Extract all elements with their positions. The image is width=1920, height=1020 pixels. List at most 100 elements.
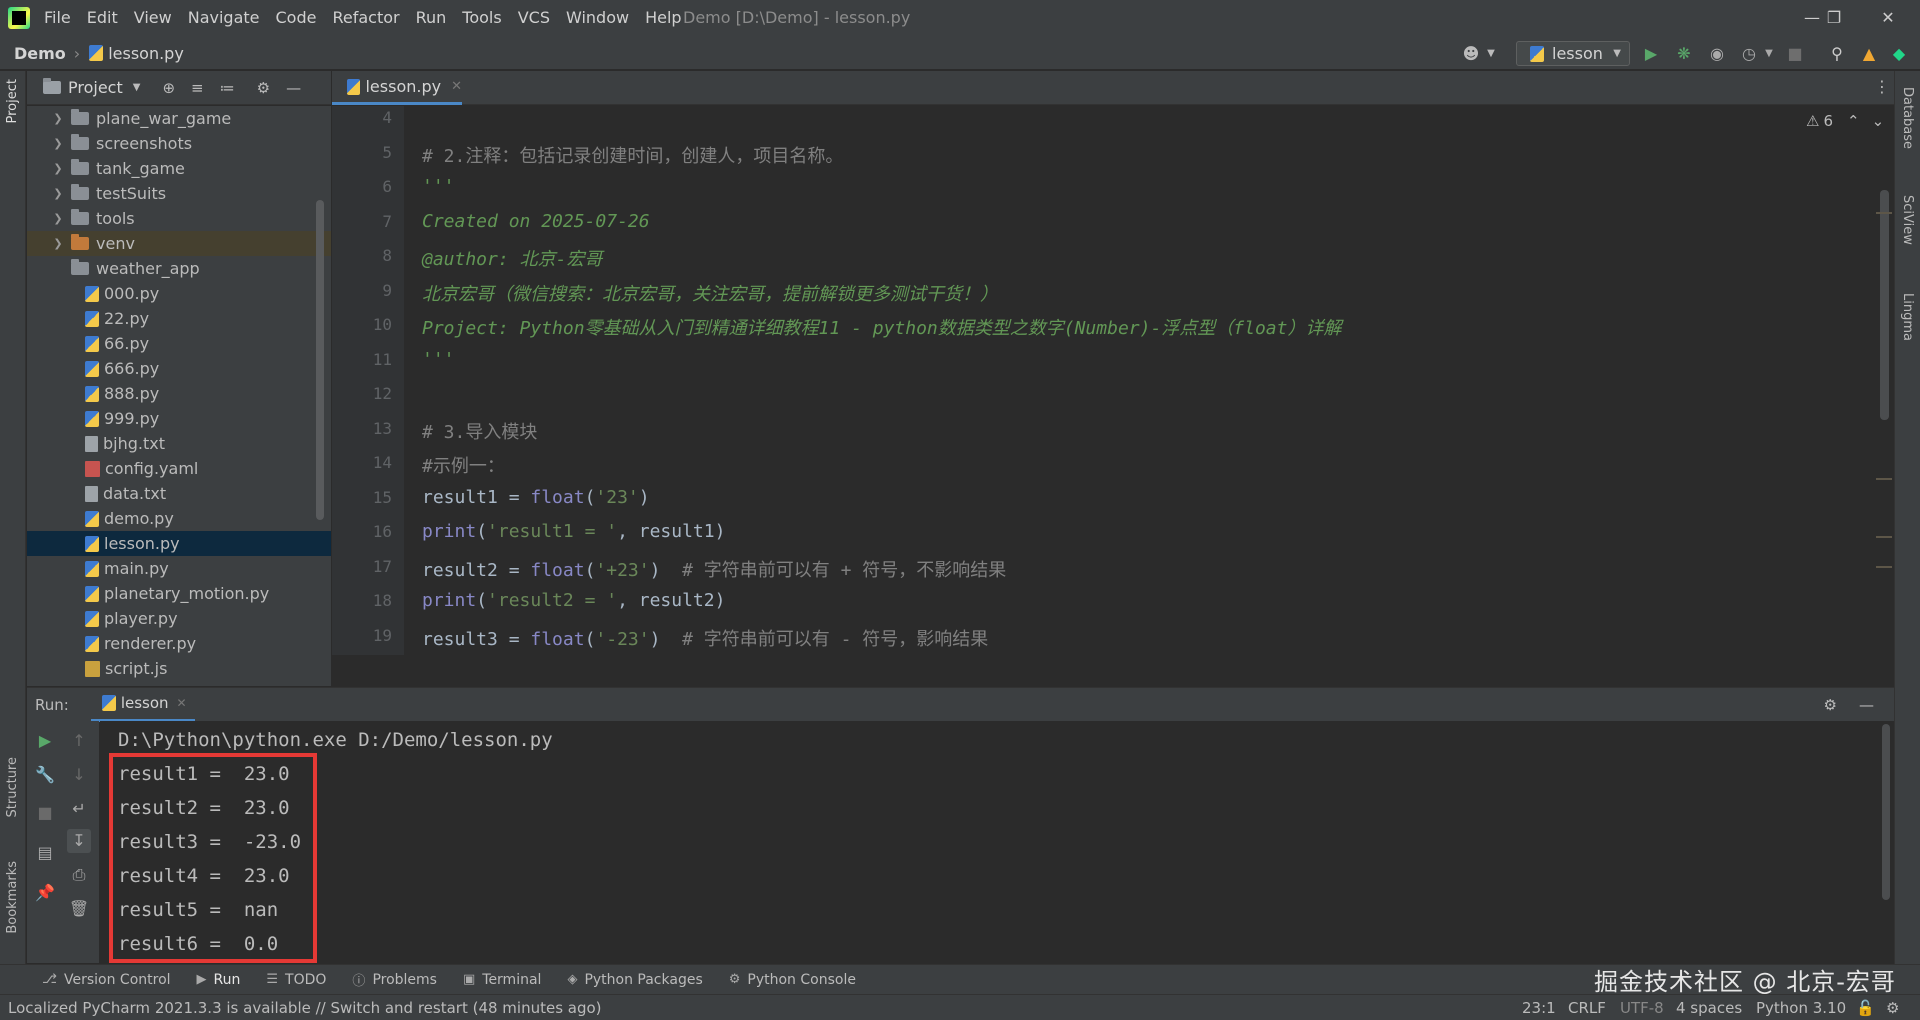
error-stripe-mark[interactable] bbox=[1876, 536, 1892, 538]
collapse-all-icon[interactable]: ≔ bbox=[220, 79, 235, 97]
chevron-right-icon[interactable]: ❯ bbox=[51, 212, 65, 225]
tool-window-python-packages[interactable]: ◈ Python Packages bbox=[567, 972, 702, 988]
project-tool-tab[interactable]: Project bbox=[5, 79, 20, 123]
error-stripe-mark[interactable] bbox=[1876, 478, 1892, 480]
chevron-up-icon[interactable]: ⌃ bbox=[1847, 112, 1860, 130]
tree-item[interactable]: ❯ screenshots bbox=[27, 131, 331, 156]
tree-item[interactable]: data.txt bbox=[27, 481, 331, 506]
tree-item[interactable]: lesson.py bbox=[27, 531, 331, 556]
bookmarks-tool-tab[interactable]: Bookmarks bbox=[5, 861, 20, 934]
line-separator[interactable]: CRLF bbox=[1568, 995, 1606, 1020]
tool-window-python-console[interactable]: ⚙ Python Console bbox=[729, 972, 856, 988]
restore-icon[interactable]: ❐ bbox=[1806, 0, 1862, 36]
inspection-widget[interactable]: ⚠ 6 ⌃ ⌄ bbox=[1806, 112, 1884, 130]
stop-icon[interactable]: ■ bbox=[33, 801, 57, 825]
tool-window-todo[interactable]: ☰ TODO bbox=[266, 972, 326, 988]
menu-help[interactable]: Help bbox=[645, 0, 681, 36]
update-icon[interactable]: ▲ bbox=[1858, 43, 1880, 65]
debug-icon[interactable]: ❋ bbox=[1673, 43, 1695, 65]
menu-edit[interactable]: Edit bbox=[87, 0, 118, 36]
close-icon[interactable]: ✕ bbox=[1860, 0, 1916, 36]
tree-item[interactable]: 000.py bbox=[27, 281, 331, 306]
wrench-icon[interactable]: 🔧 bbox=[33, 763, 57, 787]
lock-icon[interactable]: 🔓 bbox=[1856, 995, 1875, 1020]
file-encoding[interactable]: UTF-8 bbox=[1620, 995, 1664, 1020]
run-tab-lesson[interactable]: lesson ✕ bbox=[90, 688, 195, 722]
chevron-down-icon[interactable]: ▼ bbox=[1480, 43, 1502, 65]
project-panel-title[interactable]: Project bbox=[68, 78, 123, 97]
locate-icon[interactable]: ⊕ bbox=[162, 79, 175, 97]
tree-item[interactable]: 999.py bbox=[27, 406, 331, 431]
chevron-down-icon[interactable]: ⌄ bbox=[1872, 112, 1885, 130]
menu-run[interactable]: Run bbox=[416, 0, 447, 36]
tree-item[interactable]: 888.py bbox=[27, 381, 331, 406]
hide-panel-icon[interactable]: — bbox=[286, 79, 301, 97]
chevron-right-icon[interactable]: ❯ bbox=[51, 112, 65, 125]
menu-code[interactable]: Code bbox=[276, 0, 317, 36]
tree-item[interactable]: planetary_motion.py bbox=[27, 581, 331, 606]
close-tab-icon[interactable]: ✕ bbox=[451, 79, 462, 94]
tree-item[interactable]: 666.py bbox=[27, 356, 331, 381]
chevron-down-icon[interactable]: ▼ bbox=[133, 82, 141, 93]
expand-all-icon[interactable]: ≡ bbox=[191, 79, 204, 97]
print-icon[interactable]: ⎙ bbox=[67, 863, 91, 887]
tree-item[interactable]: weather_app bbox=[27, 256, 331, 281]
breadcrumb-project[interactable]: Demo bbox=[14, 44, 66, 63]
tool-window-version-control[interactable]: ⎇ Version Control bbox=[42, 972, 171, 988]
run-config-select[interactable]: lesson ▼ bbox=[1516, 41, 1630, 66]
tool-window-problems[interactable]: ⓘ Problems bbox=[352, 970, 437, 990]
tree-item[interactable]: renderer.py bbox=[27, 631, 331, 656]
tree-item[interactable]: ❯ plane_war_game bbox=[27, 106, 331, 131]
soft-wrap-icon[interactable]: ↵ bbox=[67, 797, 91, 821]
code-editor[interactable]: # 2.注释：包括记录创建时间，创建人，项目名称。 ''' Created on 2… bbox=[404, 106, 1874, 655]
hide-panel-icon[interactable]: — bbox=[1859, 696, 1874, 714]
database-tool-tab[interactable]: Database bbox=[1900, 87, 1915, 149]
breadcrumb-file[interactable]: lesson.py bbox=[108, 44, 184, 63]
tree-item[interactable]: script.js bbox=[27, 656, 331, 681]
error-stripe-mark[interactable] bbox=[1876, 566, 1892, 568]
tool-window-run[interactable]: ▶ Run bbox=[197, 972, 241, 988]
close-tab-icon[interactable]: ✕ bbox=[177, 696, 187, 710]
interpreter-setting[interactable]: Python 3.10 bbox=[1756, 995, 1846, 1020]
gear-icon[interactable]: ⚙ bbox=[257, 79, 270, 97]
tree-item[interactable]: bjhg.txt bbox=[27, 431, 331, 456]
more-options-icon[interactable]: ⋮ bbox=[1874, 77, 1890, 96]
tree-item[interactable]: ❯ venv bbox=[27, 231, 331, 256]
tree-item[interactable]: main.py bbox=[27, 556, 331, 581]
structure-tool-tab[interactable]: Structure bbox=[5, 757, 20, 817]
menu-navigate[interactable]: Navigate bbox=[188, 0, 260, 36]
layout-icon[interactable]: ▤ bbox=[33, 841, 57, 865]
tree-item[interactable]: demo.py bbox=[27, 506, 331, 531]
menu-view[interactable]: View bbox=[134, 0, 172, 36]
stop-icon[interactable]: ■ bbox=[1784, 43, 1806, 65]
arrow-down-icon[interactable]: ↓ bbox=[67, 763, 91, 787]
run-icon[interactable]: ▶ bbox=[1640, 43, 1662, 65]
menu-file[interactable]: File bbox=[44, 0, 71, 36]
search-icon[interactable]: ⚲ bbox=[1826, 43, 1848, 65]
console-scrollbar[interactable] bbox=[1882, 724, 1890, 900]
tree-item[interactable]: 66.py bbox=[27, 331, 331, 356]
menu-vcs[interactable]: VCS bbox=[518, 0, 550, 36]
editor-scrollbar[interactable] bbox=[1880, 190, 1889, 420]
pin-icon[interactable]: 📌 bbox=[33, 881, 57, 905]
tree-item[interactable]: player.py bbox=[27, 606, 331, 631]
menu-window[interactable]: Window bbox=[566, 0, 629, 36]
tree-item[interactable]: config.yaml bbox=[27, 456, 331, 481]
gear-icon[interactable]: ⚙ bbox=[1824, 696, 1837, 714]
tree-item[interactable]: ❯ testSuits bbox=[27, 181, 331, 206]
coverage-icon[interactable]: ◉ bbox=[1706, 43, 1728, 65]
tree-item[interactable]: 22.py bbox=[27, 306, 331, 331]
sciview-tool-tab[interactable]: SciView bbox=[1900, 195, 1915, 245]
user-icon[interactable]: ☻ bbox=[1460, 43, 1482, 65]
chevron-right-icon[interactable]: ❯ bbox=[51, 237, 65, 250]
event-log-icon[interactable]: ⚙ bbox=[1886, 995, 1899, 1020]
plugin-icon[interactable]: ◆ bbox=[1888, 43, 1910, 65]
run-console[interactable]: D:\Python\python.exe D:/Demo/lesson.py r… bbox=[100, 721, 1894, 963]
tree-item[interactable]: ❯ tools bbox=[27, 206, 331, 231]
project-tree-scrollbar[interactable] bbox=[316, 200, 324, 520]
chevron-down-icon[interactable]: ▼ bbox=[1758, 43, 1780, 65]
caret-position[interactable]: 23:1 bbox=[1522, 995, 1556, 1020]
rerun-icon[interactable]: ▶ bbox=[33, 729, 57, 753]
editor-tab-lesson[interactable]: lesson.py ✕ bbox=[332, 71, 462, 105]
menu-refactor[interactable]: Refactor bbox=[332, 0, 399, 36]
